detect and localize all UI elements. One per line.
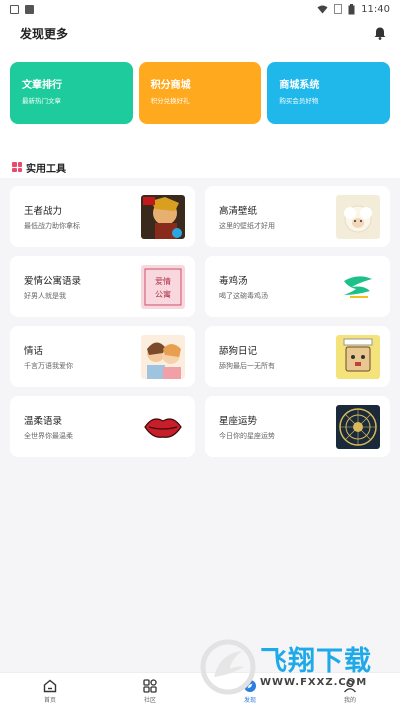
tool-subtitle: 最低战力助你拿标 [24,221,80,230]
nav-label: 首页 [43,697,56,704]
tool-subtitle: 好男人就是我 [24,291,66,300]
banner-title: 文章排行 [22,80,62,91]
tool-subtitle: 千言万语我爱你 [24,361,73,370]
tool-subtitle: 全世界你最温柔 [24,431,73,440]
tool-title: 王者战力 [24,205,63,217]
tool-card-gentle-quotes[interactable]: 温柔语录 全世界你最温柔 [10,396,195,457]
game-hero-thumb [141,194,185,239]
lips-thumb [141,404,185,449]
banner-mall-system[interactable]: 商城系统 购买会员好物 [267,62,391,124]
nav-profile[interactable]: 我的 [300,673,400,710]
page-title: 发现更多 [20,26,69,41]
banner-subtitle: 购买会员好物 [279,97,319,105]
community-grid-icon [143,679,157,693]
sim-icon [334,4,343,14]
tool-card-hero-power[interactable]: 王者战力 最低战力助你拿标 [10,186,195,247]
tool-title: 温柔语录 [24,415,63,427]
notification-bell-button[interactable] [372,25,388,41]
nav-home[interactable]: 首页 [0,673,100,710]
tool-card-hd-wallpaper[interactable]: 高清壁纸 这里的壁纸才好用 [205,186,390,247]
battery-icon [348,3,355,14]
notification-icon [10,4,19,14]
banner-article-ranking[interactable]: 文章排行 最新热门文章 [10,62,133,124]
app-notification-icon [25,4,34,14]
wifi-icon [317,5,328,13]
banner-subtitle: 积分兑换好礼 [150,97,190,105]
tool-title: 星座运势 [219,415,258,427]
tool-card-horoscope[interactable]: 星座运势 今日你的星座运势 [205,396,390,457]
nav-label: 发现 [243,697,256,704]
tool-card-poison-soup[interactable]: 毒鸡汤 喝了这碗毒鸡汤 [205,256,390,317]
banner-subtitle: 最新热门文章 [22,97,61,105]
tool-title: 毒鸡汤 [219,275,248,287]
zodiac-thumb [336,404,380,449]
thumb-text-bottom: 公寓 [155,289,171,299]
couple-thumb [141,334,185,379]
nav-community[interactable]: 社区 [100,673,200,710]
banner-title: 积分商城 [150,80,191,91]
tool-subtitle: 舔狗最后一无所有 [219,361,275,370]
tool-title: 高清壁纸 [219,205,258,217]
tools-grid: 王者战力 最低战力助你拿标 高清壁纸 这里的壁纸才好用 爱情公寓语录 好男人就是… [0,178,400,465]
dog-diary-thumb [336,334,380,379]
home-icon [43,679,57,693]
profile-icon [344,679,356,693]
app-header: 发现更多 [0,18,400,48]
sheep-wallpaper-thumb [336,194,380,239]
tool-card-dog-diary[interactable]: 舔狗日记 舔狗最后一无所有 [205,326,390,387]
tool-card-love-words[interactable]: 情话 千言万语我爱你 [10,326,195,387]
nav-discover[interactable]: 发现 [200,673,300,710]
tools-grid-icon [12,162,22,172]
banner-title: 商城系统 [279,80,320,91]
soup-logo-thumb [336,264,380,309]
section-title: 实用工具 [26,163,66,175]
bottom-nav: 首页 社区 发现 我的 [0,672,400,710]
tool-subtitle: 这里的壁纸才好用 [219,221,275,230]
tool-subtitle: 今日你的星座运势 [219,431,275,440]
tool-title: 情话 [24,345,44,357]
section-header: 实用工具 [0,156,400,178]
thumb-text-top: 爱情 [155,276,171,286]
love-apartment-thumb: 爱情 公寓 [141,264,185,309]
tool-card-love-apartment[interactable]: 爱情公寓语录 好男人就是我 爱情 公寓 [10,256,195,317]
tool-subtitle: 喝了这碗毒鸡汤 [219,291,268,300]
status-time: 11:40 [361,3,390,15]
banner-points-mall[interactable]: 积分商城 积分兑换好礼 [138,62,262,124]
nav-label: 我的 [343,697,356,704]
discover-icon [244,680,256,692]
status-bar: 11:40 [0,0,400,18]
nav-label: 社区 [143,697,156,704]
bell-icon [374,27,386,40]
tool-title: 舔狗日记 [219,345,258,357]
tool-title: 爱情公寓语录 [24,275,82,287]
